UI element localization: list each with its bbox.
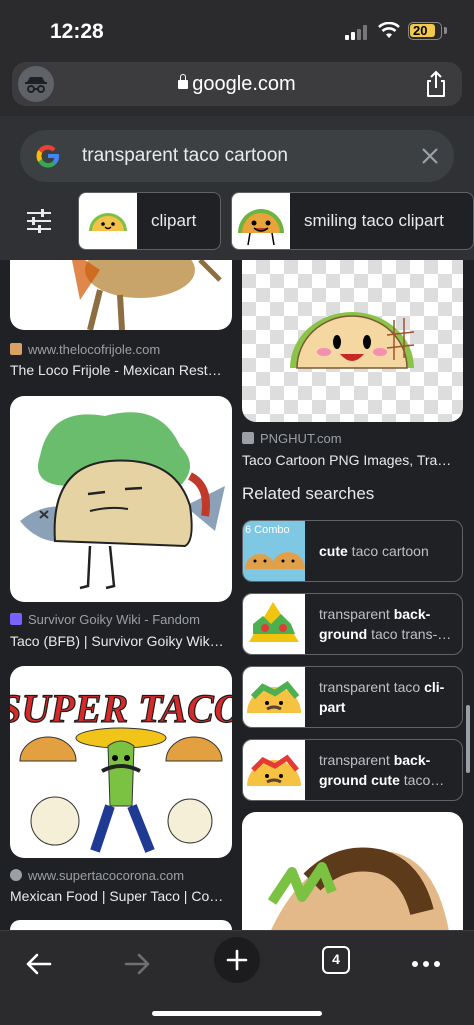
result-image[interactable]: [242, 812, 463, 930]
result-source[interactable]: www.thelocofrijole.com: [10, 342, 160, 357]
site-favicon-icon: [10, 613, 22, 625]
related-thumbnail: [243, 667, 305, 727]
related-search-item[interactable]: transparent taco cli-part: [242, 666, 463, 728]
filter-icon[interactable]: [24, 208, 54, 234]
google-logo-icon: [36, 144, 60, 168]
search-input[interactable]: transparent taco cartoon: [20, 130, 454, 182]
search-query: transparent taco cartoon: [82, 145, 288, 166]
taco-thumbnail: [79, 193, 137, 249]
site-favicon-icon: [242, 432, 254, 444]
globe-icon: [10, 869, 22, 881]
site-favicon-icon: [10, 343, 22, 355]
result-image[interactable]: [242, 260, 463, 422]
search-header: transparent taco cartoon clipart smiling…: [0, 116, 474, 260]
super-taco-logo: SUPER TACO: [10, 686, 232, 731]
clock: 12:28: [50, 20, 104, 43]
home-indicator[interactable]: [152, 1011, 322, 1016]
forward-icon[interactable]: [114, 941, 160, 987]
chip-label: smiling taco clipart: [304, 211, 444, 230]
related-thumbnail: [243, 594, 305, 654]
result-source[interactable]: www.supertacocorona.com: [10, 868, 184, 883]
battery-level: 20: [413, 23, 428, 38]
chip-label: clipart: [151, 211, 197, 230]
result-image[interactable]: [10, 920, 232, 930]
result-source[interactable]: PNGHUT.com: [242, 431, 342, 446]
result-caption[interactable]: Taco Cartoon PNG Images, Tra…: [242, 452, 464, 468]
plus-icon: [226, 949, 248, 971]
clear-icon[interactable]: [418, 144, 442, 168]
svg-text:6 Combo: 6 Combo: [245, 524, 290, 536]
signal-icon: [345, 24, 371, 40]
related-searches-title: Related searches: [242, 484, 375, 503]
battery-icon: 20: [408, 22, 442, 40]
address-bar[interactable]: google.com: [12, 62, 462, 106]
related-search-item[interactable]: 6 Combo cute taco cartoon: [242, 520, 463, 582]
tab-switcher-button[interactable]: 4: [322, 946, 350, 974]
result-caption[interactable]: Mexican Food | Super Taco | Co…: [10, 888, 232, 904]
related-search-item[interactable]: transparent back-ground taco trans-…: [242, 593, 463, 655]
url-domain: google.com: [192, 73, 296, 95]
related-thumbnail: [243, 740, 305, 800]
lock-icon: [178, 74, 189, 89]
related-thumbnail: 6 Combo: [243, 521, 305, 581]
related-search-item[interactable]: transparent back-ground cute taco…: [242, 739, 463, 801]
result-image[interactable]: [10, 260, 232, 330]
back-icon[interactable]: [16, 941, 62, 987]
result-caption[interactable]: Taco (BFB) | Survivor Goiky Wik…: [10, 633, 232, 649]
result-image[interactable]: [10, 396, 232, 602]
new-tab-button[interactable]: [214, 937, 260, 983]
result-caption[interactable]: The Loco Frijole - Mexican Rest…: [10, 362, 232, 378]
address-bar-area: google.com: [0, 60, 474, 116]
chip-clipart[interactable]: clipart: [78, 192, 221, 250]
more-options-icon[interactable]: [403, 941, 449, 987]
image-results: www.thelocofrijole.com The Loco Frijole …: [0, 260, 474, 930]
status-bar: 12:28 20: [0, 0, 474, 60]
result-image[interactable]: SUPER TACO: [10, 666, 232, 858]
bottom-toolbar: 4: [0, 930, 474, 1025]
result-source[interactable]: Survivor Goiky Wiki - Fandom: [10, 612, 200, 627]
chip-smiling-taco-clipart[interactable]: smiling taco clipart: [231, 192, 474, 250]
share-icon[interactable]: [420, 68, 452, 100]
scrollbar[interactable]: [466, 705, 470, 773]
wifi-icon: [378, 22, 400, 38]
taco-thumbnail: [232, 193, 290, 249]
